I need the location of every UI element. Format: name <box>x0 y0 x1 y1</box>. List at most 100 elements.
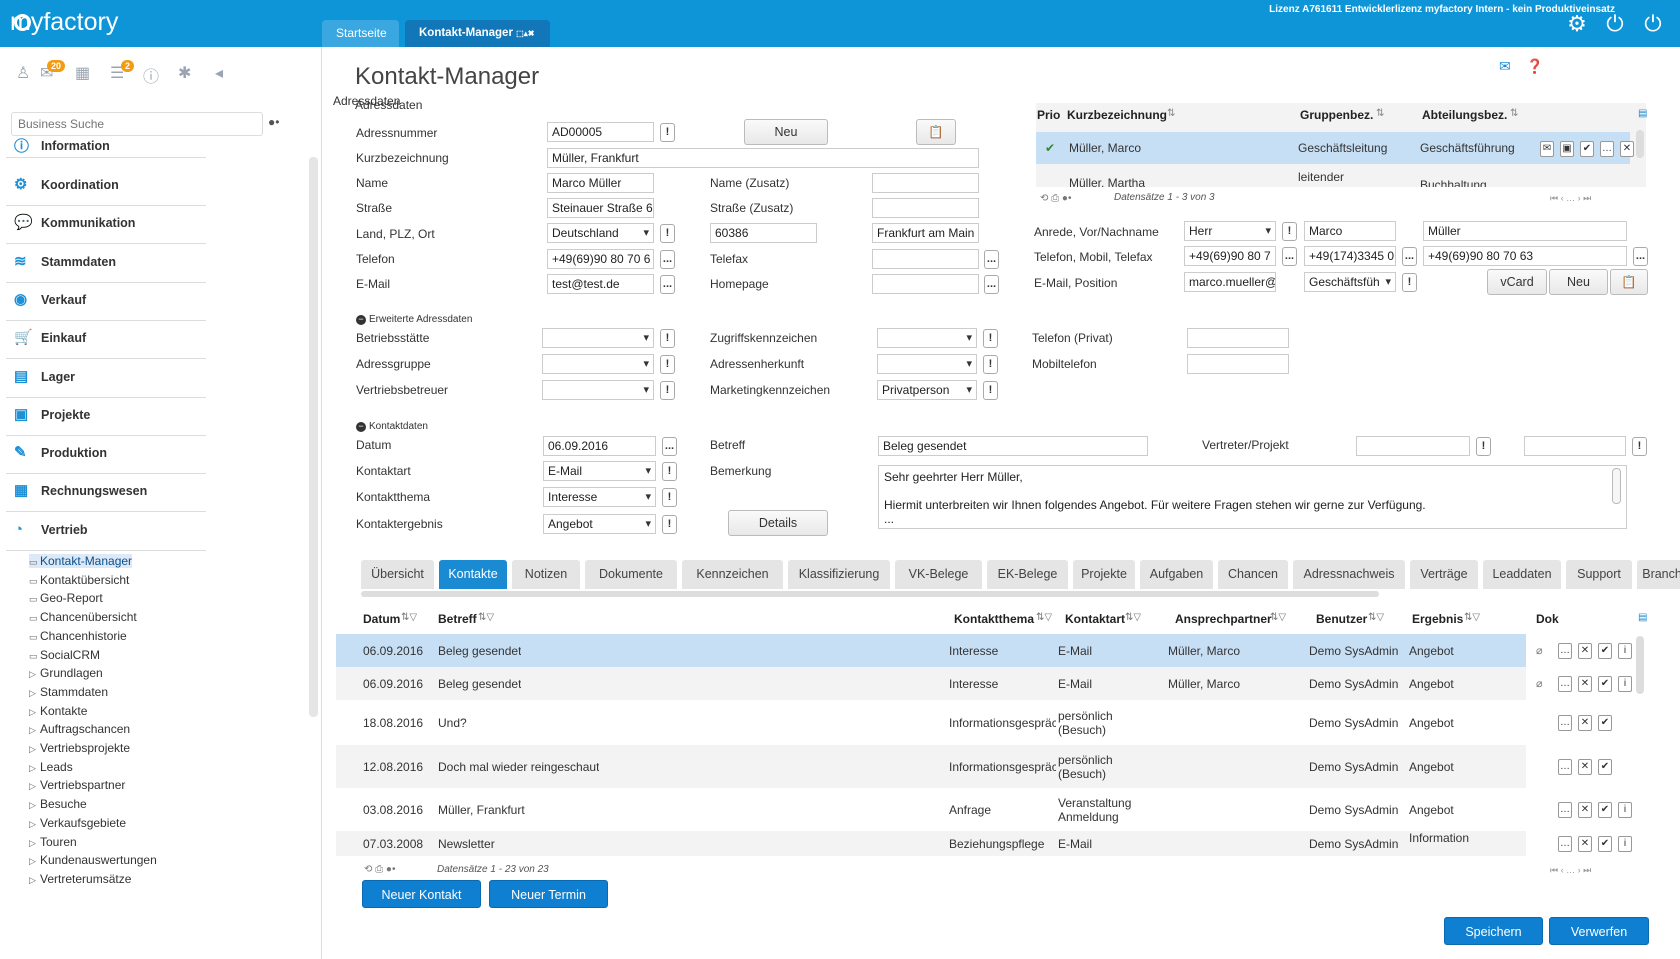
contacts-header[interactable]: Abteilungsbez. <box>1422 108 1507 122</box>
vertriebsbetreuer-select[interactable] <box>542 380 654 400</box>
grid-header-6[interactable]: Ergebnis <box>1412 612 1463 626</box>
collapse-icon[interactable]: − <box>356 422 366 432</box>
pager-nav-icon[interactable]: ⏮ ‹ … › ⏭ <box>1550 193 1591 204</box>
calendar-icon[interactable]: ▦ <box>75 63 90 83</box>
attachment-icon[interactable]: ⌀ <box>1536 644 1543 657</box>
asterisk-icon[interactable]: ✱ <box>178 63 191 83</box>
nav-item-projekte[interactable]: ▣ Projekte <box>6 395 206 436</box>
sidebar-sub-item[interactable]: ▷ Kundenauswertungen <box>29 853 157 867</box>
telefon-more-button[interactable]: ... <box>660 250 675 269</box>
section-contact[interactable]: − Kontaktdaten <box>356 421 428 432</box>
grid-header-1[interactable]: Betreff <box>438 612 477 626</box>
sidebar-sub-item[interactable]: ▭ Kontakt-Manager <box>29 554 133 568</box>
nav-item-stammdaten[interactable]: ≋ Stammdaten <box>6 242 206 283</box>
collapse-icon[interactable]: ◂ <box>215 63 223 83</box>
tab-dokumente[interactable]: Dokumente <box>585 560 677 589</box>
sidebar-sub-item[interactable]: ▷ Besuche <box>29 797 87 811</box>
new-appointment-button[interactable]: Neuer Termin <box>489 880 608 908</box>
telefax-field[interactable] <box>872 249 979 269</box>
row-action-button[interactable]: … <box>1558 758 1572 775</box>
refresh-print-icon[interactable]: ⟲ ⎙ ●• <box>1040 193 1071 204</box>
contacts-scrollbar[interactable] <box>1636 130 1644 158</box>
nav-item-produktion[interactable]: ✎ Produktion <box>6 433 206 475</box>
tab-chancen[interactable]: Chancen <box>1218 560 1288 589</box>
thumb-icon[interactable]: ♙ <box>16 63 30 83</box>
new-address-button[interactable]: Neu <box>744 119 828 145</box>
position-select[interactable]: Geschäftsfüh <box>1304 272 1396 292</box>
mail-icon[interactable]: ✉ <box>1499 58 1511 75</box>
sidebar-sub-item[interactable]: ▷ Grundlagen <box>29 666 103 680</box>
nav-item-koordination[interactable]: ⚙ Koordination <box>6 165 206 206</box>
row-action-button[interactable]: ✕ <box>1578 758 1592 775</box>
row-action-button[interactable]: ✔ <box>1598 675 1612 692</box>
nav-item-lager[interactable]: ▤ Lager <box>6 357 206 398</box>
anrede-warn[interactable]: ! <box>1282 222 1297 241</box>
nav-item-rechnungswesen[interactable]: ▦ Rechnungswesen <box>6 471 206 513</box>
strasse-field[interactable]: Steinauer Straße 6 <box>547 198 654 218</box>
zugriffskennzeichen-warn[interactable]: ! <box>983 329 998 348</box>
betriebsstaette-warn[interactable]: ! <box>660 329 675 348</box>
row-action-button[interactable]: ✕ <box>1578 714 1592 731</box>
kontaktergebnis-warn[interactable]: ! <box>662 515 677 534</box>
discard-button[interactable]: Verwerfen <box>1549 917 1649 945</box>
grid-header-7[interactable]: Dok <box>1536 612 1559 626</box>
mobil-field[interactable]: +49(174)3345 0 <box>1304 246 1396 266</box>
kurzbezeichnung-field[interactable]: Müller, Frankfurt <box>547 148 979 168</box>
sidebar-sub-item[interactable]: ▷ Leads <box>29 760 73 774</box>
row-action-button[interactable]: ✕ <box>1578 835 1592 852</box>
sort-icon[interactable]: ⇅ <box>1376 108 1384 119</box>
homepage-more-button[interactable]: ... <box>984 275 999 294</box>
details-button[interactable]: Details <box>728 510 828 536</box>
business-search-input[interactable] <box>11 112 263 136</box>
row-action-button[interactable]: ✕ <box>1578 801 1592 818</box>
grid-pager-nav-icon[interactable]: ⏮ ‹ … › ⏭ <box>1550 865 1591 876</box>
row-action-button[interactable]: i <box>1618 642 1632 659</box>
betreff-field[interactable]: Beleg gesendet <box>878 436 1148 456</box>
tab-adressnachweis[interactable]: Adressnachweis <box>1293 560 1405 589</box>
tab-aufgaben[interactable]: Aufgaben <box>1140 560 1213 589</box>
row-action-button[interactable]: ✕ <box>1578 675 1592 692</box>
sidebar-sub-item[interactable]: ▷ Vertriebspartner <box>29 778 125 792</box>
sidebar-sub-item[interactable]: ▷ Vertriebsprojekte <box>29 741 130 755</box>
nachname-field[interactable]: Müller <box>1423 221 1627 241</box>
tab-controls-icon[interactable]: ⬚▴✖ <box>516 29 534 38</box>
help-icon[interactable]: ❓ <box>1526 58 1543 75</box>
grid-header-3[interactable]: Kontaktart <box>1065 612 1125 626</box>
contact-row-action[interactable]: … <box>1600 141 1614 157</box>
grid-header-2[interactable]: Kontaktthema <box>954 612 1034 626</box>
tab-notizen[interactable]: Notizen <box>512 560 580 589</box>
mobiltelefon-field[interactable] <box>1187 354 1289 374</box>
datum-picker-button[interactable]: ... <box>662 437 677 456</box>
sort-filter-icon[interactable]: ⇅▽ <box>1036 612 1052 623</box>
adressgruppe-warn[interactable]: ! <box>660 355 675 374</box>
tab-klassifizierung[interactable]: Klassifizierung <box>788 560 890 589</box>
row-action-button[interactable]: i <box>1618 675 1632 692</box>
tabs-scrollbar[interactable] <box>361 591 1379 597</box>
grid-header-4[interactable]: Ansprechpartner <box>1175 612 1272 626</box>
projekt-field[interactable] <box>1524 436 1626 456</box>
attachment-icon[interactable]: ⌀ <box>1536 677 1543 690</box>
sort-icon[interactable]: ⇅ <box>1510 108 1518 119</box>
sidebar-sub-item[interactable]: ▭ Kontaktübersicht <box>29 573 129 587</box>
name-field[interactable]: Marco Müller <box>547 173 654 193</box>
row-action-button[interactable]: i <box>1618 835 1632 852</box>
row-action-button[interactable]: ✕ <box>1578 642 1592 659</box>
new-contact-button[interactable]: Neuer Kontakt <box>362 880 481 908</box>
tab-projekte[interactable]: Projekte <box>1073 560 1135 589</box>
ort-field[interactable]: Frankfurt am Main <box>872 223 979 243</box>
contacts-header[interactable]: Gruppenbez. <box>1300 108 1373 122</box>
info-icon[interactable]: ⓘ <box>143 63 159 87</box>
sort-filter-icon[interactable]: ⇅▽ <box>1368 612 1384 623</box>
adressnummer-warn-button[interactable]: ! <box>660 123 675 142</box>
nav-item-information[interactable]: ⓘ Information <box>6 135 206 158</box>
person-telefon-more[interactable]: ... <box>1282 247 1297 266</box>
nav-item-vertrieb[interactable]: ◔ Vertrieb <box>6 510 206 551</box>
tab-branchen[interactable]: Branchen <box>1637 560 1680 589</box>
sidebar-sub-item[interactable]: ▷ Auftragschancen <box>29 722 130 736</box>
gear-icon[interactable]: ⚙ <box>1565 12 1589 36</box>
zugriffskennzeichen-select[interactable] <box>877 328 977 348</box>
kontaktart-select[interactable]: E-Mail <box>543 461 656 481</box>
marketingkennzeichen-warn[interactable]: ! <box>983 381 998 400</box>
sidebar-sub-item[interactable]: ▷ Vertreterumsätze <box>29 872 131 886</box>
marketingkennzeichen-select[interactable]: Privatperson <box>877 380 977 400</box>
